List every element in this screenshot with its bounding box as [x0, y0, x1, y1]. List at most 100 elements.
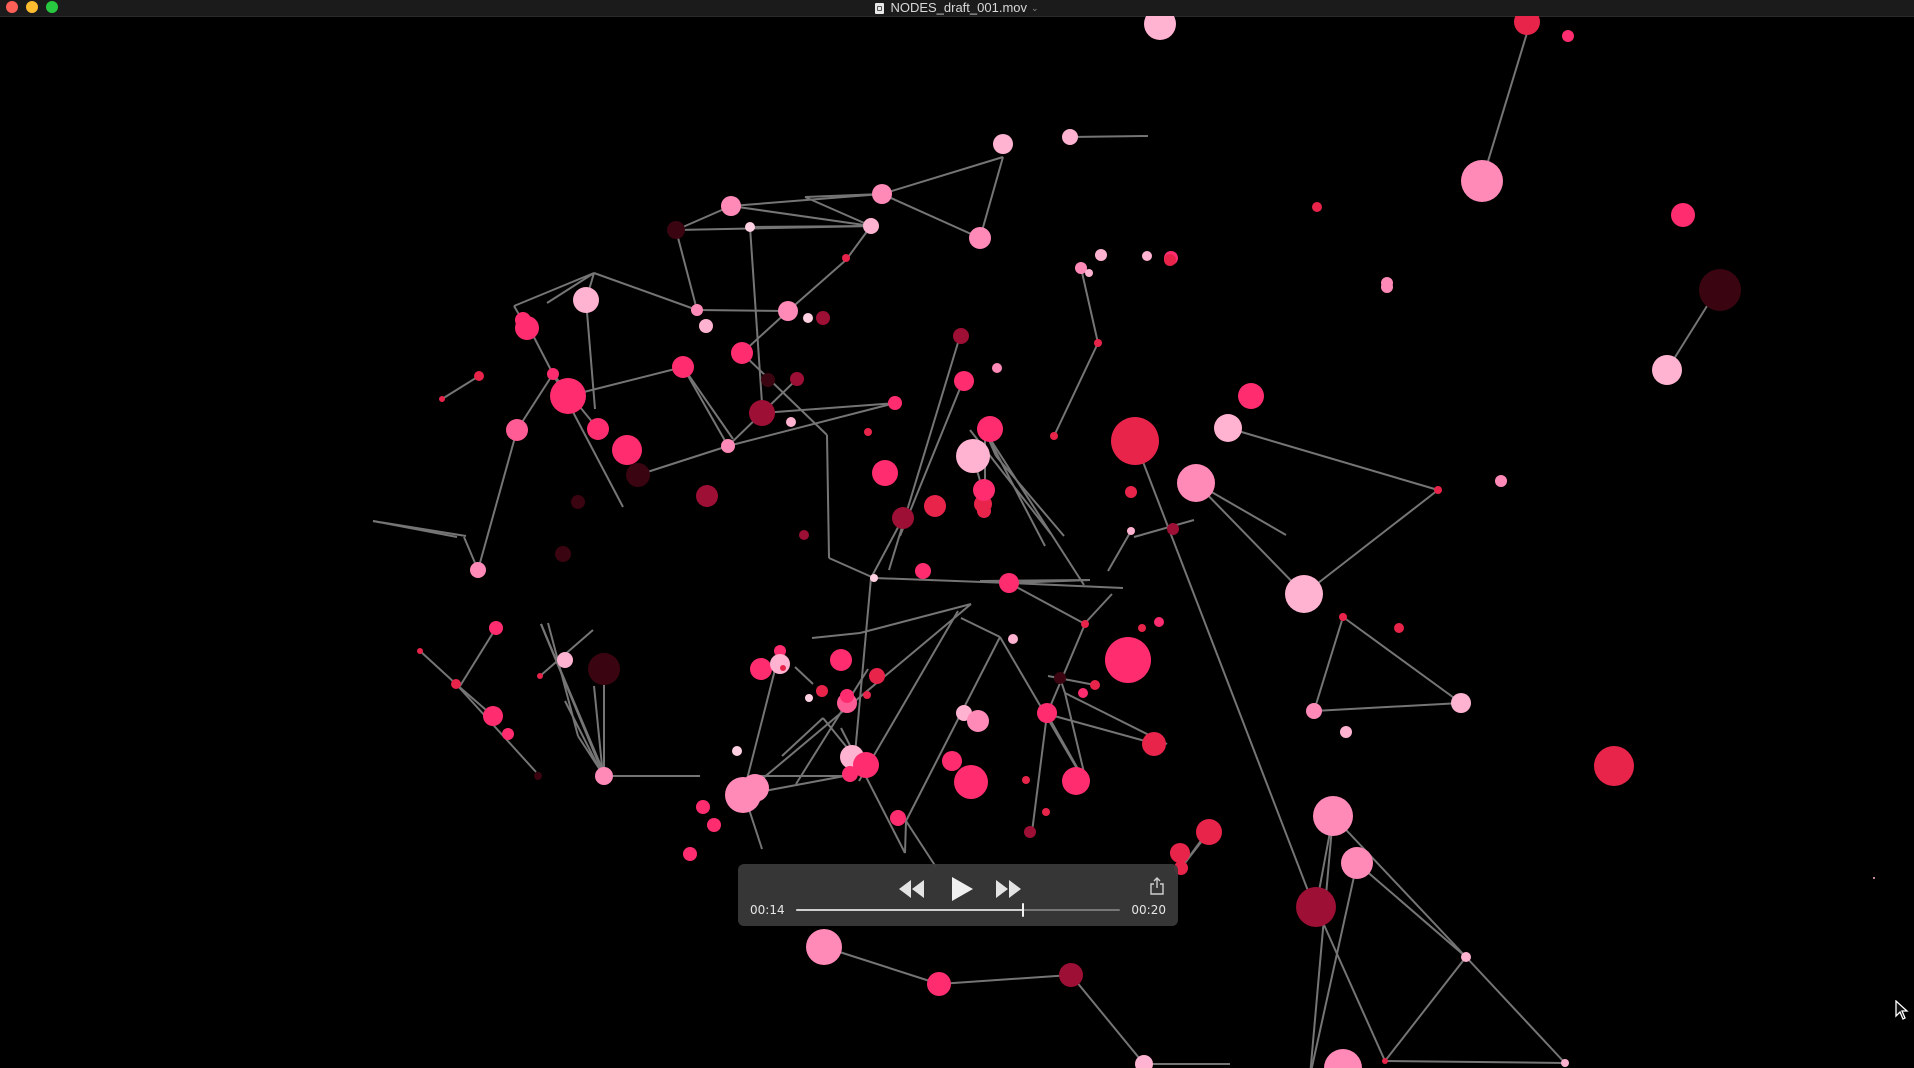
- graph-node: [1382, 1058, 1388, 1064]
- graph-node: [474, 371, 484, 381]
- graph-node: [1873, 877, 1875, 879]
- window-title-area[interactable]: NODES_draft_001.mov ⌄: [0, 0, 1914, 16]
- title-bar[interactable]: NODES_draft_001.mov ⌄: [0, 0, 1914, 17]
- graph-node: [1652, 355, 1682, 385]
- graph-edge: [904, 820, 907, 854]
- graph-node: [927, 972, 951, 996]
- graph-node: [745, 222, 755, 232]
- graph-node: [749, 400, 775, 426]
- graph-node: [1062, 129, 1078, 145]
- graph-node: [803, 313, 813, 323]
- graph-node: [1671, 203, 1695, 227]
- graph-edge: [1069, 135, 1149, 138]
- graph-node: [915, 563, 931, 579]
- graph-node: [1495, 475, 1507, 487]
- fastforward-button[interactable]: [994, 878, 1022, 900]
- graph-node: [1022, 776, 1030, 784]
- graph-node: [1562, 30, 1574, 42]
- graph-node: [417, 648, 423, 654]
- graph-node: [1054, 672, 1066, 684]
- graph-node: [892, 507, 914, 529]
- graph-edge: [675, 229, 698, 311]
- chevron-down-icon[interactable]: ⌄: [1031, 0, 1039, 16]
- graph-node: [1111, 417, 1159, 465]
- graph-node: [1164, 254, 1176, 266]
- graph-edge: [441, 375, 480, 400]
- graph-edge: [1309, 815, 1334, 1068]
- graph-node: [483, 706, 503, 726]
- graph-node: [612, 435, 642, 465]
- graph-edge: [419, 650, 457, 685]
- graph-node: [573, 287, 599, 313]
- graph-edge: [1053, 342, 1099, 437]
- graph-node: [1306, 703, 1322, 719]
- graph-node: [1594, 746, 1634, 786]
- video-frame[interactable]: 00:14 00:20: [0, 16, 1914, 1068]
- graph-node: [707, 818, 721, 832]
- graph-node: [1081, 620, 1089, 628]
- graph-node: [977, 416, 1003, 442]
- graph-node: [1312, 202, 1322, 212]
- graph-node: [1514, 16, 1540, 35]
- graph-node: [967, 710, 989, 732]
- graph-node: [1142, 732, 1166, 756]
- graph-node: [954, 765, 988, 799]
- current-time: 00:14: [750, 903, 785, 917]
- graph-node: [626, 463, 650, 487]
- graph-node: [1105, 637, 1151, 683]
- graph-node: [1177, 464, 1215, 502]
- graph-node: [780, 665, 786, 671]
- graph-node: [1037, 703, 1057, 723]
- graph-node: [696, 485, 718, 507]
- graph-node: [942, 751, 962, 771]
- graph-node: [1296, 887, 1336, 927]
- graph-node: [721, 196, 741, 216]
- scrubber-bar[interactable]: [796, 903, 1120, 917]
- graph-node: [699, 319, 713, 333]
- graph-edge: [459, 627, 497, 687]
- graph-node: [890, 810, 906, 826]
- graph-node: [1144, 16, 1176, 40]
- share-button[interactable]: [1148, 876, 1166, 896]
- graph-node: [1042, 808, 1050, 816]
- graph-edge: [585, 299, 596, 410]
- graph-node: [489, 621, 503, 635]
- graph-node: [1340, 726, 1352, 738]
- graph-node: [1451, 693, 1471, 713]
- graph-node: [1008, 634, 1018, 644]
- graph-edge: [1134, 440, 1316, 910]
- scrubber-playhead[interactable]: [1021, 903, 1024, 917]
- playback-controls: 00:14 00:20: [738, 864, 1178, 926]
- fastforward-icon: [996, 880, 1021, 898]
- graph-node: [1170, 843, 1190, 863]
- graph-edge: [1313, 616, 1344, 712]
- graph-node: [1090, 680, 1100, 690]
- graph-edge: [593, 272, 698, 311]
- graph-node: [571, 495, 585, 509]
- graph-node: [1699, 269, 1741, 311]
- graph-edge: [1356, 862, 1467, 958]
- graph-edge: [1313, 702, 1462, 712]
- graph-node: [1339, 613, 1347, 621]
- graph-node: [683, 847, 697, 861]
- graph-edge: [682, 366, 734, 440]
- graph-node: [557, 652, 573, 668]
- play-button[interactable]: [949, 876, 975, 902]
- graph-node: [547, 368, 559, 380]
- rewind-button[interactable]: [898, 878, 926, 900]
- graph-node: [842, 254, 850, 262]
- graph-node: [1167, 523, 1179, 535]
- graph-node: [770, 654, 790, 674]
- graph-node: [534, 772, 542, 780]
- graph-node: [1461, 952, 1471, 962]
- graph-node: [1062, 767, 1090, 795]
- graph-node: [732, 746, 742, 756]
- document-icon[interactable]: [875, 2, 885, 14]
- graph-node: [1285, 575, 1323, 613]
- total-time: 00:20: [1131, 903, 1166, 917]
- graph-node: [1461, 160, 1503, 202]
- graph-edge: [1332, 815, 1467, 958]
- graph-edge: [1086, 593, 1113, 622]
- graph-node: [502, 728, 514, 740]
- player-window: NODES_draft_001.mov ⌄ 00:14 00:20: [0, 0, 1914, 1068]
